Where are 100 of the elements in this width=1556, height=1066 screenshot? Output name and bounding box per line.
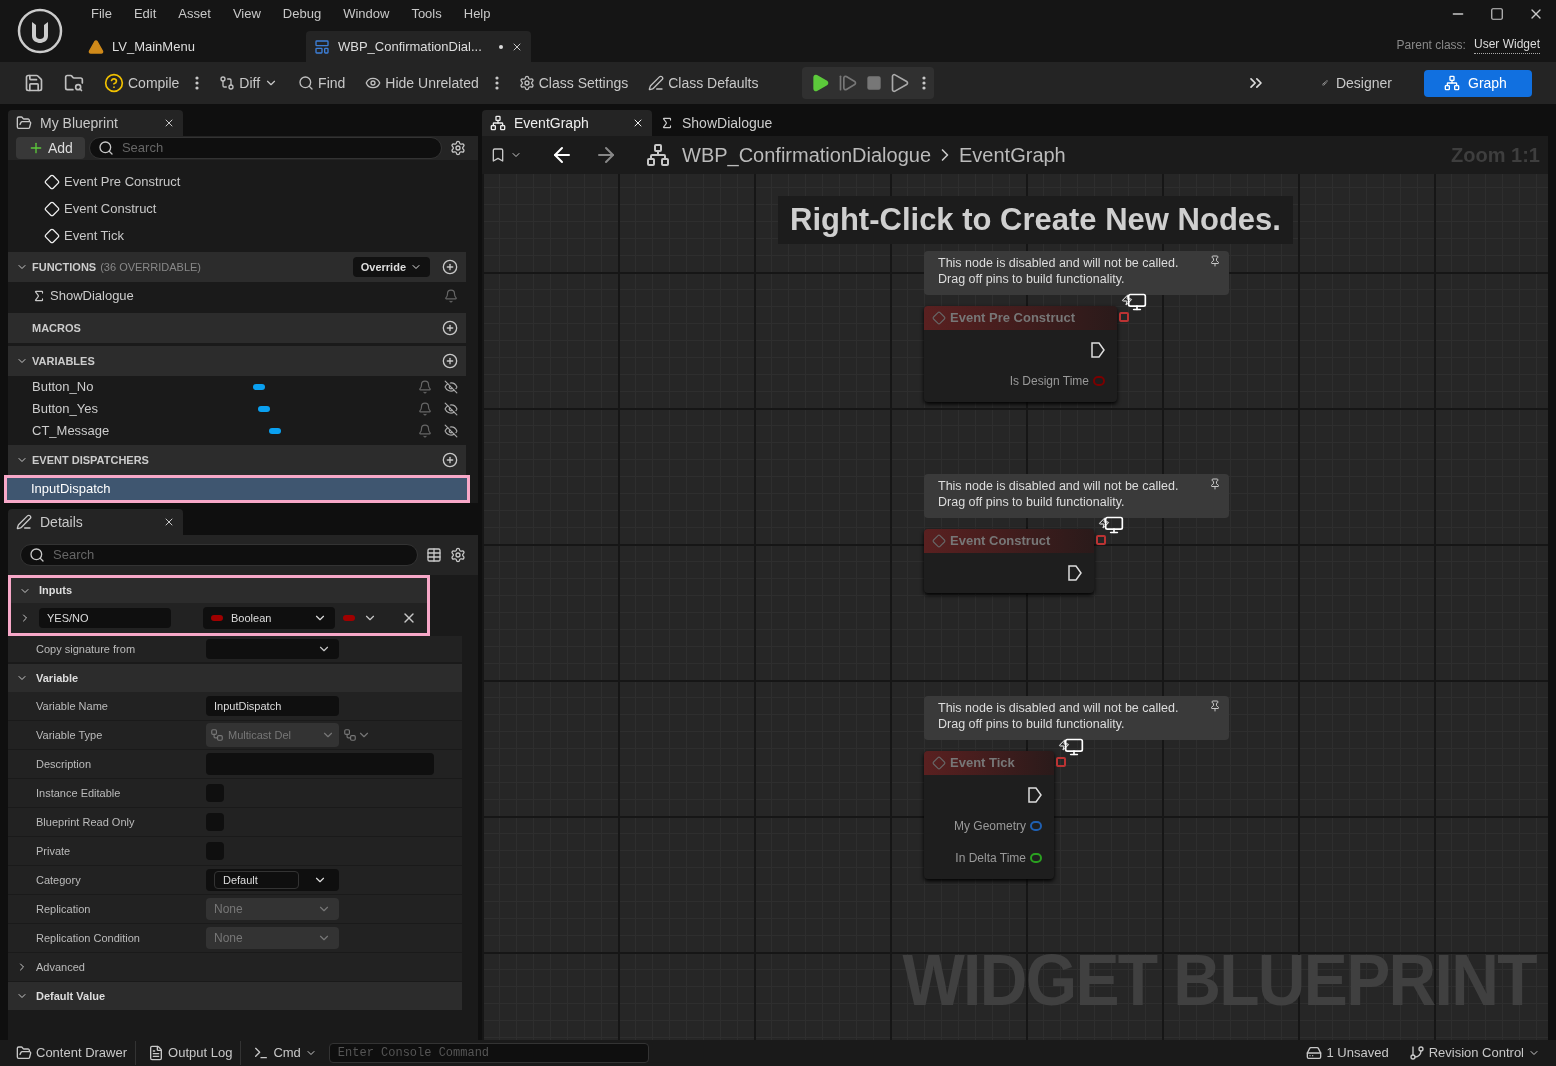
revision-control-button[interactable]: Revision Control <box>1400 1043 1548 1063</box>
pin-icon[interactable] <box>1209 255 1221 267</box>
exec-pin-icon[interactable] <box>1028 787 1042 803</box>
bell-icon[interactable] <box>418 380 432 394</box>
settings-icon[interactable] <box>450 547 466 563</box>
hint-banner: Right-Click to Create New Nodes. <box>778 196 1293 244</box>
toolbar-button[interactable]: Hide Unrelated <box>357 67 507 99</box>
panel-tab[interactable]: Details <box>8 509 183 535</box>
eye-closed-icon[interactable] <box>444 424 458 438</box>
comment-bubble: This node is disabled and will not be called. Drag off pins to build functionality. <box>924 696 1229 740</box>
bell-icon[interactable] <box>418 424 432 438</box>
play-icon[interactable] <box>810 73 831 93</box>
bookmark-icon[interactable] <box>490 147 506 163</box>
category-combo[interactable]: Default <box>206 869 339 891</box>
table-icon[interactable] <box>426 547 442 563</box>
parent-class-link[interactable]: User Widget <box>1473 35 1540 54</box>
section-title: Inputs <box>39 583 72 599</box>
breadcrumb-item[interactable]: EventGraph <box>959 140 1066 170</box>
list-item[interactable]: Button_No <box>8 376 466 398</box>
param-name-field[interactable]: YES/NO <box>39 608 171 628</box>
event-item[interactable]: Event Construct <box>8 195 466 222</box>
text-field[interactable]: InputDispatch <box>206 696 339 716</box>
menu-item[interactable]: Help <box>452 3 502 24</box>
unsaved-button[interactable]: 1 Unsaved <box>1298 1043 1397 1063</box>
list-item[interactable]: CT_Message <box>8 420 466 442</box>
menu-item[interactable]: Asset <box>167 3 222 24</box>
search-field[interactable]: Search <box>121 138 433 158</box>
toolbar-button[interactable]: Compile <box>96 67 208 99</box>
mode-button[interactable]: Graph <box>1424 69 1532 97</box>
document-tab[interactable]: LV_MainMenu <box>80 31 290 62</box>
close-icon[interactable] <box>163 516 175 528</box>
graph-tab[interactable]: EventGraph <box>482 110 652 136</box>
pin-label: My Geometry <box>954 818 1026 835</box>
eye-closed-icon[interactable] <box>444 402 458 416</box>
step-icon[interactable] <box>838 73 859 93</box>
parent-class-label: Parent class: <box>1396 36 1466 54</box>
pin-icon[interactable] <box>1030 853 1042 863</box>
pin-icon[interactable] <box>1209 478 1221 490</box>
close-icon[interactable] <box>163 117 175 129</box>
search-box[interactable]: Search <box>20 544 418 566</box>
eye-closed-icon[interactable] <box>444 380 458 394</box>
console-box[interactable]: Enter Console Command <box>328 1043 649 1063</box>
possess-icon[interactable] <box>890 73 911 93</box>
delegate-pin-icon[interactable] <box>1056 757 1066 767</box>
menu-item[interactable]: Debug <box>271 3 333 24</box>
delegate-pin-icon[interactable] <box>1096 535 1106 545</box>
panel-tab[interactable]: My Blueprint <box>8 110 183 136</box>
document-tab[interactable]: WBP_ConfirmationDial... <box>306 31 531 62</box>
add-icon[interactable] <box>442 320 458 336</box>
graph-tab[interactable]: ShowDialogue <box>652 110 822 136</box>
section-header[interactable]: Advanced <box>8 953 462 982</box>
add-icon[interactable] <box>442 452 458 468</box>
menu-item[interactable]: Edit <box>122 3 168 24</box>
section-header[interactable]: FUNCTIONS (36 OVERRIDABLE) Override <box>8 252 466 282</box>
status-button[interactable]: Output Log <box>140 1041 242 1065</box>
menu-item[interactable]: Window <box>332 3 401 24</box>
maximize-icon[interactable] <box>1490 6 1504 21</box>
list-item[interactable]: InputDispatch <box>4 475 470 503</box>
section-header[interactable]: Default Value <box>8 982 462 1011</box>
delegate-pin-icon[interactable] <box>1119 312 1129 322</box>
search-box[interactable]: Search <box>88 137 442 159</box>
toolbar-button[interactable]: Class Settings <box>510 67 637 99</box>
pen-icon <box>16 514 32 530</box>
event-item[interactable]: Event Tick <box>8 222 466 249</box>
exec-pin-icon[interactable] <box>1068 565 1082 581</box>
bell-icon[interactable] <box>418 402 432 416</box>
toolbar-button[interactable]: Find <box>290 67 354 99</box>
console-field[interactable]: Enter Console Command <box>337 1044 640 1062</box>
list-item[interactable]: Button_Yes <box>8 398 466 420</box>
section-header[interactable]: VARIABLES <box>8 346 466 376</box>
type-dropdown[interactable]: Boolean <box>203 607 335 629</box>
more-icon[interactable] <box>922 76 927 90</box>
add-icon[interactable] <box>442 259 458 275</box>
add-icon[interactable] <box>442 353 458 369</box>
stop-icon[interactable] <box>866 75 883 91</box>
section-header[interactable]: MACROS <box>8 313 466 343</box>
event-item[interactable]: Event Pre Construct <box>8 168 466 195</box>
bell-icon[interactable] <box>444 289 458 303</box>
status-button[interactable]: Content Drawer <box>8 1041 137 1065</box>
settings-icon[interactable] <box>450 140 466 156</box>
section-header[interactable]: EVENT DISPATCHERS <box>8 445 466 475</box>
cmd-button[interactable]: Cmd <box>245 1043 325 1063</box>
close-icon[interactable] <box>632 117 644 129</box>
pin-label: In Delta Time <box>955 850 1026 867</box>
menu-item[interactable]: View <box>221 3 272 24</box>
toolbar-button[interactable]: Diff <box>211 67 287 99</box>
delegate-icon <box>210 728 224 742</box>
menu-item[interactable]: Tools <box>400 3 453 24</box>
menu-item[interactable]: File <box>80 3 123 24</box>
exec-pin-icon[interactable] <box>1091 342 1105 358</box>
mode-button[interactable]: Designer <box>1302 69 1412 97</box>
add-button[interactable]: Add <box>16 137 85 159</box>
pin-icon[interactable] <box>1209 700 1221 712</box>
engine-logo-icon[interactable] <box>17 8 63 54</box>
override-dropdown[interactable]: Override <box>352 257 430 277</box>
breadcrumb-item[interactable]: WBP_ConfirmationDialogue <box>682 140 931 170</box>
section-title: Variable <box>36 670 79 686</box>
list-item[interactable]: ShowDialogue <box>8 282 466 310</box>
save-icon <box>24 73 44 93</box>
toolbar-button[interactable]: Class Defaults <box>640 67 767 99</box>
